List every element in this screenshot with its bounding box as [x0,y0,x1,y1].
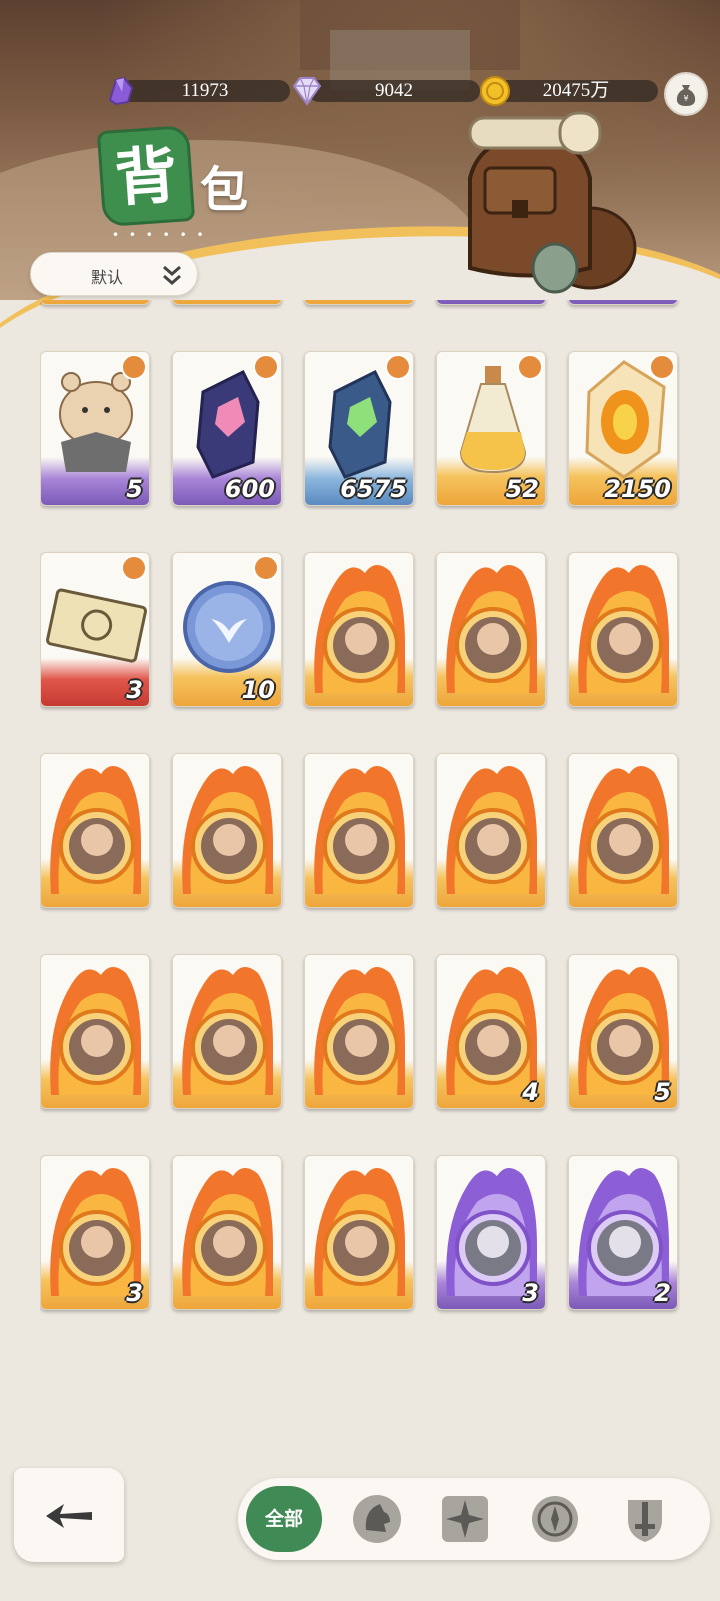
item-quantity: 5 [654,1078,671,1106]
inventory-item[interactable] [436,753,546,908]
tab-all[interactable]: 全部 [246,1486,322,1552]
item-type-badge [121,555,147,581]
inventory-item[interactable] [172,1155,282,1310]
item-quantity: 10 [241,676,275,704]
back-button[interactable] [14,1468,124,1562]
item-quantity: 4 [522,1078,539,1106]
hero-portrait-icon [314,564,405,693]
hero-portrait-icon [446,765,537,894]
item-quantity: 49 [638,300,671,302]
inventory-item[interactable] [40,753,150,908]
backpack-illustration [468,111,637,294]
hero-portrait-icon [446,564,537,693]
inventory-item[interactable] [40,954,150,1109]
item-type-badge [253,555,279,581]
svg-text:¥: ¥ [683,94,688,103]
hero-portrait-icon [182,1167,273,1296]
inventory-item[interactable]: 600 [172,351,282,506]
sword-shield-icon[interactable] [618,1492,672,1546]
item-quantity: 3 [522,1279,539,1307]
helmet-icon[interactable] [350,1492,404,1546]
diamond-icon [292,77,322,106]
hero-portrait-icon [314,1167,405,1296]
sort-dropdown[interactable]: 默认 [30,252,198,296]
inventory-item[interactable]: 2 [568,1155,678,1310]
item-type-badge [253,354,279,380]
page-title-badge: 背 [96,124,196,228]
inventory-item[interactable] [304,753,414,908]
item-type-badge [517,354,543,380]
inventory-item[interactable]: 6575 [304,351,414,506]
item-quantity: 2150 [604,475,671,503]
currency-amethyst-value: 11973 [120,80,290,102]
item-quantity: 600 [224,475,275,503]
inventory-item[interactable]: 49 [568,300,678,305]
inventory-item[interactable]: 4 [172,300,282,305]
item-type-badge [649,354,675,380]
inventory-item[interactable]: 480 [436,300,546,305]
gold-coin-icon [480,76,510,106]
title-dots: • • • • • • [112,228,207,242]
hero-portrait-icon [578,765,669,894]
inventory-item[interactable] [304,552,414,707]
inventory-item[interactable]: 10 [172,552,282,707]
item-quantity: 52 [505,475,539,503]
compass-star-icon[interactable] [438,1492,492,1546]
inventory-grid: 5 4 8 480 49 5 600 6575 52 2150 3 10 4 5 3 3 2 [40,300,680,1410]
inventory-item[interactable]: 5 [568,954,678,1109]
currency-diamond-value: 9042 [308,80,480,102]
compass-icon[interactable] [528,1492,582,1546]
inventory-item[interactable]: 3 [40,1155,150,1310]
item-quantity: 3 [126,1279,143,1307]
inventory-item[interactable]: 2150 [568,351,678,506]
hero-portrait-icon [50,966,141,1095]
back-arrow-icon [46,1504,92,1528]
page-title: 包 [200,162,249,218]
category-tabs: 全部 [238,1478,710,1560]
item-quantity: 5 [126,300,143,302]
item-quantity: 2 [654,1279,671,1307]
item-quantity: 4 [258,300,275,302]
hero-portrait-icon [314,765,405,894]
money-bag-icon: ¥ [676,85,696,106]
sort-label: 默认 [91,268,124,287]
inventory-item[interactable] [304,954,414,1109]
inventory-item[interactable] [172,954,282,1109]
inventory-item[interactable]: 3 [40,552,150,707]
item-quantity: 5 [126,475,143,503]
inventory-item[interactable]: 4 [436,954,546,1109]
item-quantity: 6575 [340,475,407,503]
hero-portrait-icon [578,564,669,693]
item-type-badge [121,354,147,380]
hero-portrait-icon [182,765,273,894]
inventory-item[interactable] [568,552,678,707]
inventory-item[interactable] [172,753,282,908]
hero-portrait-icon [182,966,273,1095]
inventory-item[interactable]: 3 [436,1155,546,1310]
purple-crystal-icon [108,76,134,106]
inventory-item[interactable]: 5 [40,351,150,506]
money-bag-button[interactable]: ¥ [664,72,708,116]
item-type-badge [385,354,411,380]
item-quantity: 8 [390,300,407,302]
currency-gold-value: 20475万 [494,80,658,102]
hero-portrait-icon [50,765,141,894]
item-quantity: 480 [489,300,539,302]
item-quantity: 3 [126,676,143,704]
chevron-down-icon [163,265,181,285]
hero-portrait-icon [314,966,405,1095]
inventory-item[interactable] [436,552,546,707]
inventory-item[interactable] [568,753,678,908]
inventory-item[interactable]: 52 [436,351,546,506]
inventory-item[interactable] [304,1155,414,1310]
inventory-item[interactable]: 8 [304,300,414,305]
inventory-item[interactable]: 5 [40,300,150,305]
